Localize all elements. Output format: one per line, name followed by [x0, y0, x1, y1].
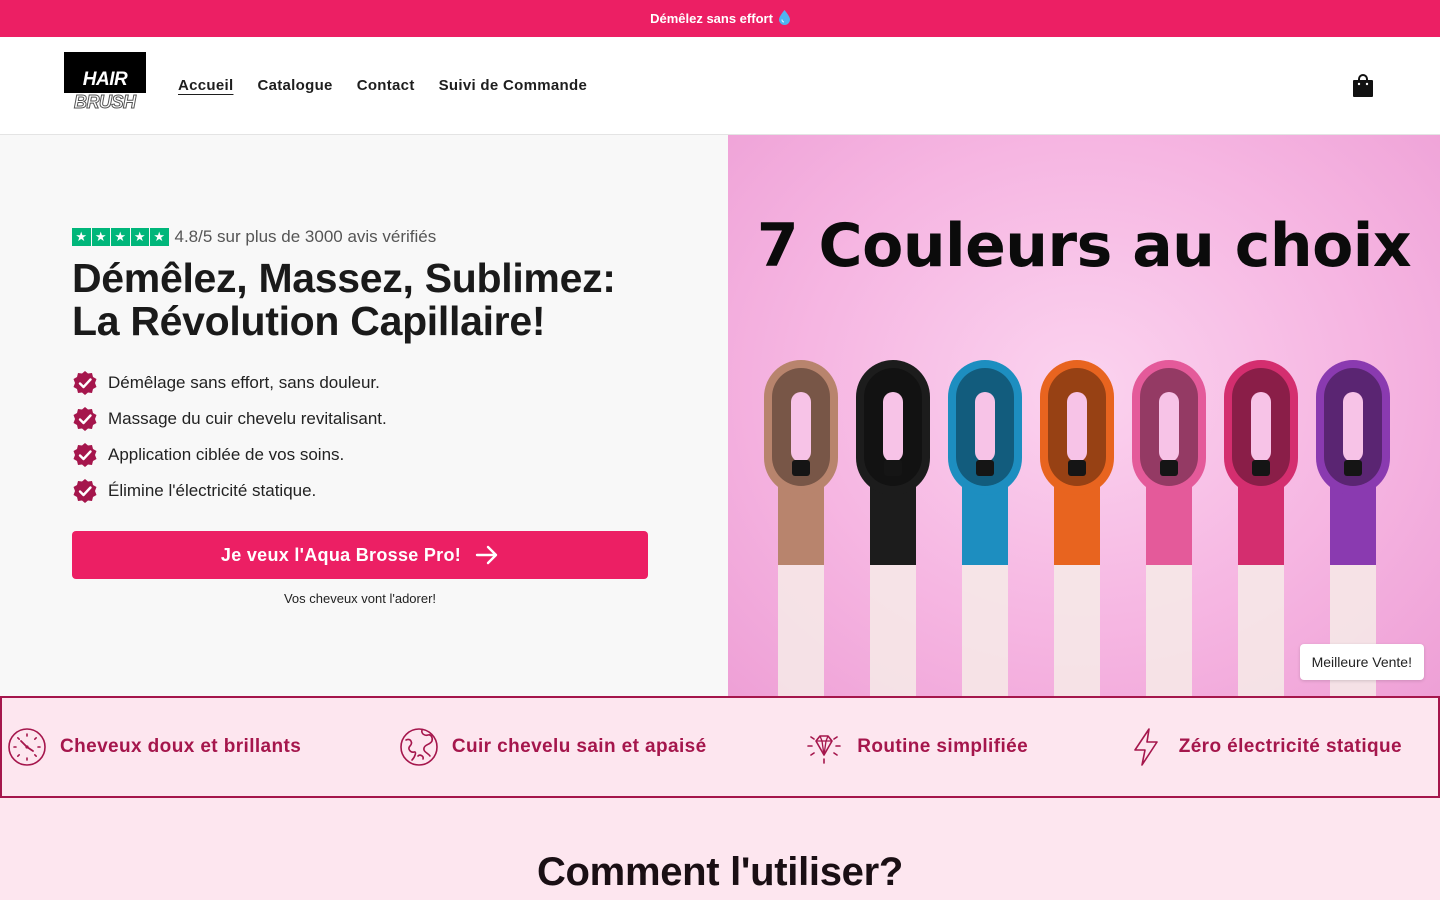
- rating-row: ★ ★ ★ ★ ★ 4.8/5 sur plus de 3000 avis vé…: [72, 227, 656, 247]
- benefit-item: Routine simplifiée: [803, 726, 1028, 768]
- nav-home[interactable]: Accueil: [178, 77, 233, 94]
- star-icon: ★: [111, 228, 130, 246]
- trustpilot-stars: ★ ★ ★ ★ ★: [72, 228, 169, 246]
- benefit-item: Cheveux doux et brillants: [6, 726, 301, 768]
- product-image: 7 Couleurs au choix Meilleure Vente!: [728, 135, 1440, 696]
- feature-item: Massage du cuir chevelu revitalisant.: [72, 401, 656, 437]
- image-title: 7 Couleurs au choix: [756, 211, 1412, 281]
- feature-text: Élimine l'électricité statique.: [108, 481, 317, 500]
- benefits-bar: Cheveux doux et brillants Cuir chevelu s…: [0, 696, 1440, 798]
- cta-subtext: Vos cheveux vont l'adorer!: [283, 591, 437, 606]
- nav-order-tracking[interactable]: Suivi de Commande: [439, 77, 587, 94]
- feature-item: Démêlage sans effort, sans douleur.: [72, 365, 656, 401]
- brush: [948, 360, 1022, 696]
- best-seller-badge: Meilleure Vente!: [1299, 644, 1424, 680]
- diamond-icon: [807, 735, 842, 764]
- rating-text: 4.8/5 sur plus de 3000 avis vérifiés: [174, 227, 437, 246]
- brush: [856, 360, 930, 696]
- lightning-icon: [1133, 728, 1158, 766]
- droplet-icon: [778, 9, 790, 28]
- logo-bottom-text: BRUSH: [74, 91, 137, 112]
- star-icon: ★: [150, 228, 169, 246]
- headline-line-2: La Révolution Capillaire!: [72, 298, 546, 344]
- brush: [764, 360, 838, 696]
- nav-catalogue[interactable]: Catalogue: [257, 77, 332, 94]
- benefit-label: Cuir chevelu sain et apaisé: [451, 736, 707, 757]
- announcement-bar: Démêlez sans effort: [0, 0, 1440, 37]
- hero-section: ★ ★ ★ ★ ★ 4.8/5 sur plus de 3000 avis vé…: [0, 135, 1440, 696]
- check-badge-icon: [73, 371, 97, 395]
- star-icon: ★: [130, 228, 149, 246]
- feature-item: Élimine l'électricité statique.: [72, 473, 656, 509]
- buy-now-button[interactable]: Je veux l'Aqua Brosse Pro!: [72, 531, 648, 579]
- site-header: HAIR BRUSH Accueil Catalogue Contact Sui…: [0, 37, 1440, 135]
- benefit-item: Zéro électricité statique: [1125, 726, 1402, 768]
- main-nav: Accueil Catalogue Contact Suivi de Comma…: [178, 77, 587, 94]
- announcement-text: Démêlez sans effort: [650, 11, 773, 26]
- hero-content: ★ ★ ★ ★ ★ 4.8/5 sur plus de 3000 avis vé…: [0, 135, 728, 696]
- benefit-label: Zéro électricité statique: [1178, 736, 1402, 757]
- benefit-item: Cuir chevelu sain et apaisé: [398, 726, 707, 768]
- benefit-label: Cheveux doux et brillants: [60, 736, 302, 757]
- brush: [1132, 360, 1206, 696]
- star-icon: ★: [91, 228, 110, 246]
- how-to-title: Comment l'utiliser?: [536, 850, 904, 894]
- check-badge-icon: [73, 443, 97, 467]
- brush: [1040, 360, 1114, 696]
- feature-text: Massage du cuir chevelu revitalisant.: [108, 409, 387, 428]
- feature-list: Démêlage sans effort, sans douleur. Mass…: [72, 365, 656, 509]
- feature-text: Démêlage sans effort, sans douleur.: [108, 373, 380, 392]
- hero-headline: Démêlez, Massez, Sublimez: La Révolution…: [72, 257, 656, 343]
- feature-text: Application ciblée de vos soins.: [108, 445, 345, 464]
- cta-label: Je veux l'Aqua Brosse Pro!: [220, 544, 462, 565]
- clock-icon: [8, 728, 46, 766]
- brand-logo[interactable]: HAIR BRUSH: [64, 51, 146, 112]
- how-to-section: Comment l'utiliser?: [0, 798, 1440, 900]
- nav-contact[interactable]: Contact: [357, 77, 415, 94]
- check-badge-icon: [73, 479, 97, 503]
- feature-item: Application ciblée de vos soins.: [72, 437, 656, 473]
- shopping-bag-icon[interactable]: [1352, 74, 1374, 98]
- check-badge-icon: [73, 407, 97, 431]
- benefit-label: Routine simplifiée: [857, 736, 1029, 757]
- star-icon: ★: [72, 228, 91, 246]
- globe-icon: [400, 728, 438, 766]
- logo-top-text: HAIR: [64, 51, 146, 93]
- arrow-right-icon: [475, 545, 498, 565]
- brush: [1224, 360, 1298, 696]
- headline-line-1: Démêlez, Massez, Sublimez:: [72, 255, 616, 301]
